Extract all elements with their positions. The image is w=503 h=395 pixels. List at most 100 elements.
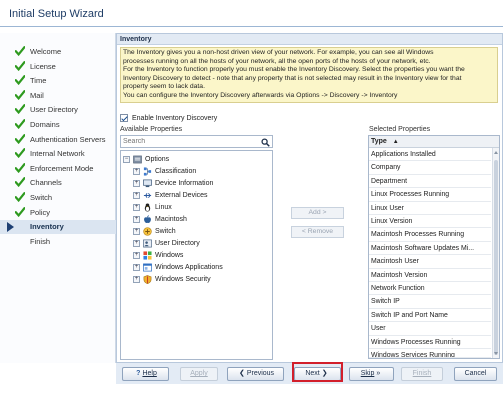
expand-icon[interactable]: + xyxy=(133,275,140,283)
list-item[interactable]: Windows Services Running xyxy=(369,349,491,358)
list-item[interactable]: Linux Version xyxy=(369,215,491,229)
list-item[interactable]: Company xyxy=(369,161,491,175)
tree-item[interactable]: + Switch xyxy=(133,225,176,237)
tree-item[interactable]: + Windows Security xyxy=(133,273,211,285)
list-item[interactable]: Macintosh Version xyxy=(369,269,491,282)
windows-icon xyxy=(143,250,152,260)
skip-button[interactable]: Skip» xyxy=(349,367,394,381)
add-button[interactable]: Add > xyxy=(291,207,344,219)
checkmark-icon xyxy=(15,162,25,173)
sidebar-step[interactable]: Authentication Servers xyxy=(0,133,116,147)
list-item[interactable]: Department xyxy=(369,175,491,189)
sidebar-step[interactable]: Internal Network xyxy=(0,147,116,161)
list-item[interactable]: Network Function xyxy=(369,282,491,296)
search-field[interactable] xyxy=(120,135,273,148)
expand-icon[interactable]: + xyxy=(133,191,140,199)
search-icon[interactable] xyxy=(261,138,270,147)
sidebar-step[interactable]: Channels xyxy=(0,176,116,190)
sidebar-step[interactable]: Policy xyxy=(0,206,116,220)
list-item[interactable]: Switch IP and Port Name xyxy=(369,309,491,323)
device-info-icon xyxy=(143,179,152,187)
sidebar-step[interactable]: Welcome xyxy=(0,45,116,59)
checkmark-icon xyxy=(15,104,25,115)
sidebar-step[interactable]: Time xyxy=(0,74,116,88)
apple-icon xyxy=(144,214,151,223)
sidebar-step[interactable]: User Directory xyxy=(0,103,116,117)
selected-list-scrollbar[interactable] xyxy=(492,148,499,358)
sidebar-step-label: Mail xyxy=(30,90,44,100)
windows-apps-icon xyxy=(143,263,152,271)
options-folder-icon xyxy=(133,155,142,163)
list-item[interactable]: Macintosh Processes Running xyxy=(369,228,491,242)
sidebar-step-label: Channels xyxy=(30,178,62,188)
list-item[interactable]: Linux Processes Running xyxy=(369,188,491,202)
help-button[interactable]: ? Help xyxy=(122,367,169,381)
help-icon: ? xyxy=(136,370,141,377)
type-column-label: Type xyxy=(371,138,387,145)
expand-icon[interactable]: + xyxy=(133,215,140,223)
expand-icon[interactable]: + xyxy=(133,251,140,259)
tree-item-label: Windows Applications xyxy=(155,263,223,271)
tree-item[interactable]: + Classification xyxy=(133,165,196,177)
expand-icon[interactable]: + xyxy=(133,239,140,247)
checkmark-icon xyxy=(15,177,25,188)
list-item[interactable]: Macintosh User xyxy=(369,255,491,269)
skip-label: Skip xyxy=(360,370,375,377)
tree-item[interactable]: + Linux xyxy=(133,201,172,213)
expand-icon[interactable]: + xyxy=(133,179,140,187)
list-item[interactable]: Switch IP xyxy=(369,295,491,309)
description-line: The Inventory gives you a non-host drive… xyxy=(123,49,434,56)
checkmark-icon xyxy=(15,119,25,129)
collapse-icon[interactable]: − xyxy=(123,155,130,163)
selected-properties-list[interactable]: Type ▲ Applications Installed Company De… xyxy=(368,135,500,359)
tree-item[interactable]: + External Devices xyxy=(133,189,208,201)
list-item[interactable]: Applications Installed xyxy=(369,148,491,162)
tree-item[interactable]: + User Directory xyxy=(133,237,200,249)
scroll-up-icon[interactable] xyxy=(494,151,498,154)
sidebar-step[interactable]: Domains xyxy=(0,118,116,132)
switch-icon xyxy=(143,226,152,236)
tree-item-label: Macintosh xyxy=(155,215,187,223)
expand-icon[interactable]: + xyxy=(133,227,140,235)
description-box: The Inventory gives you a non-host drive… xyxy=(120,47,498,103)
sidebar-step[interactable]: Mail xyxy=(0,89,116,103)
tree-item[interactable]: + Macintosh xyxy=(133,213,187,225)
list-item[interactable]: Linux User xyxy=(369,202,491,215)
tree-item[interactable]: + Windows Applications xyxy=(133,261,223,273)
description-line: property seem to lack data. xyxy=(123,83,205,91)
sidebar-step[interactable]: Inventory xyxy=(0,220,116,235)
apply-button[interactable]: Apply xyxy=(180,367,218,381)
enable-inventory-row[interactable]: Enable Inventory Discovery xyxy=(120,114,217,122)
scroll-thumb[interactable] xyxy=(494,160,498,355)
sidebar-step[interactable]: License xyxy=(0,60,116,74)
tree-item-label: Linux xyxy=(155,203,172,211)
tree-item[interactable]: + Windows xyxy=(133,249,183,261)
list-item[interactable]: Windows Processes Running xyxy=(369,336,491,349)
wizard-title: Initial Setup Wizard xyxy=(9,8,104,20)
tree-item[interactable]: + Device Information xyxy=(133,177,213,189)
checkmark-icon xyxy=(15,148,25,159)
enable-inventory-checkbox[interactable] xyxy=(120,114,128,122)
sidebar-step-label: Policy xyxy=(30,207,51,217)
sidebar-step[interactable]: Switch xyxy=(0,191,116,205)
finish-button[interactable]: Finish xyxy=(401,367,443,381)
finish-label: Finish xyxy=(412,370,432,377)
cancel-button[interactable]: Cancel xyxy=(454,367,497,381)
expand-icon[interactable]: + xyxy=(133,263,140,271)
remove-button[interactable]: < Remove xyxy=(291,226,344,238)
list-item[interactable]: Macintosh Software Updates Mi... xyxy=(369,242,491,256)
sidebar-step[interactable]: Enforcement Mode xyxy=(0,162,116,176)
available-properties-tree[interactable]: − Options + Classification + Device Info… xyxy=(120,150,273,360)
search-input[interactable] xyxy=(121,136,256,147)
sidebar-step[interactable]: Finish xyxy=(0,235,116,249)
usb-icon xyxy=(143,192,152,198)
list-item[interactable]: User xyxy=(369,322,491,336)
sidebar-step-label: User Directory xyxy=(30,105,78,115)
expand-icon[interactable]: + xyxy=(133,167,140,175)
tree-root-options[interactable]: − Options xyxy=(123,153,169,165)
apply-label: Apply xyxy=(190,370,208,377)
previous-button[interactable]: ❮ Previous xyxy=(227,367,284,381)
expand-icon[interactable]: + xyxy=(133,203,140,211)
scroll-down-icon[interactable] xyxy=(494,352,498,355)
type-column-header[interactable]: Type ▲ xyxy=(369,136,499,148)
